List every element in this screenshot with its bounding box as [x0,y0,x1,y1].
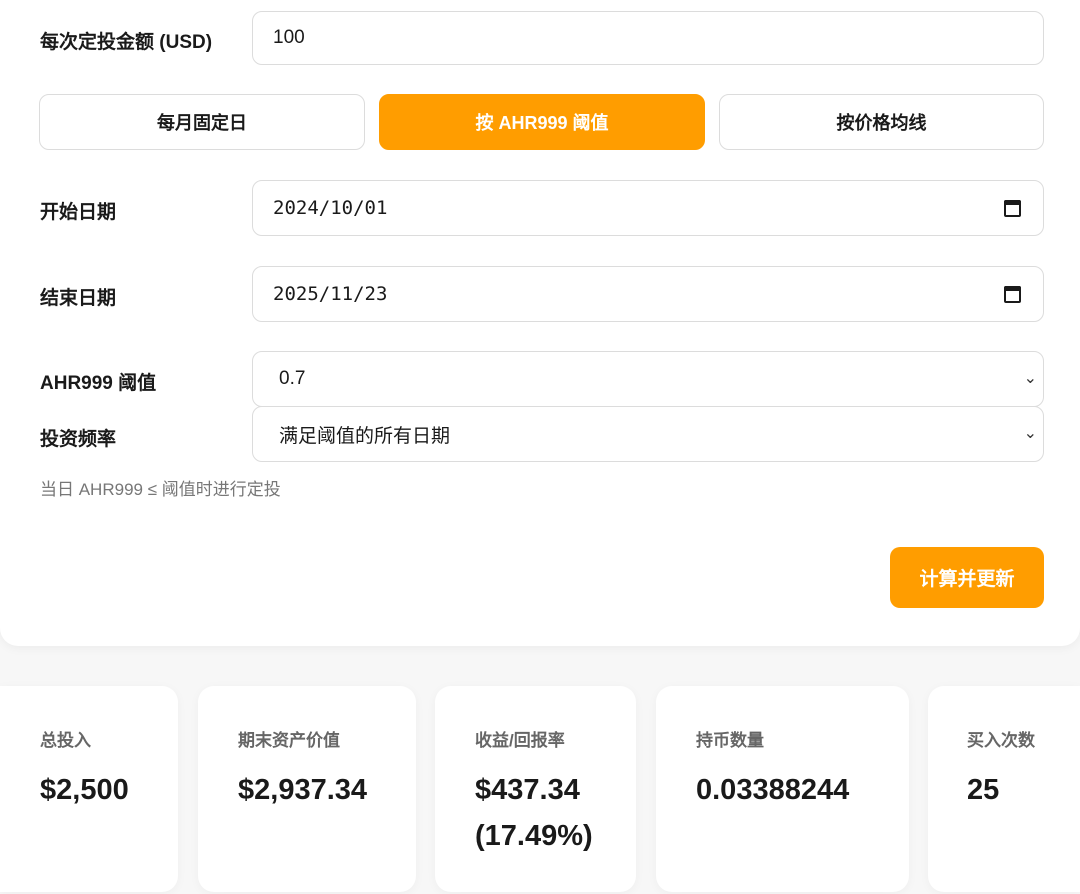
stat-value: $437.34 (17.49%) [475,774,593,852]
frequency-label: 投资频率 [40,429,117,450]
stat-title: 买入次数 [967,731,1035,750]
stat-card-holdings: 持币数量 0.03388244 [656,686,909,892]
start-date-label: 开始日期 [40,202,117,223]
stat-card-total-invested: 总投入 $2,500 [0,686,178,892]
mode-monthly-button[interactable]: 每月固定日 [39,94,365,150]
chevron-down-icon: ⌄ [1023,425,1037,442]
stat-card-buy-count: 买入次数 25 [928,686,1080,892]
stat-value: 25 [967,774,1000,806]
stat-card-return: 收益/回报率 $437.34 (17.49%) [435,686,636,892]
mode-monthly-label: 每月固定日 [157,113,247,133]
threshold-value: 0.7 [279,368,306,389]
amount-input[interactable]: 100 [252,11,1044,65]
stat-title: 期末资产价值 [238,731,340,750]
threshold-label: AHR999 阈值 [40,373,157,394]
mode-ma-button[interactable]: 按价格均线 [719,94,1044,150]
stat-value: $2,500 [40,774,129,806]
stat-title: 总投入 [40,731,91,750]
end-date-value: 2025/11/23 [273,283,388,305]
frequency-select[interactable]: 满足阈值的所有日期 ⌄ [252,406,1044,462]
mode-ma-label: 按价格均线 [836,113,927,133]
amount-label: 每次定投金额 (USD) [40,32,213,53]
stat-value: 0.03388244 [696,774,850,806]
stat-title: 收益/回报率 [475,731,565,750]
frequency-value: 满足阈值的所有日期 [279,425,451,447]
end-date-label: 结束日期 [40,288,117,309]
start-date-value: 2024/10/01 [273,197,388,219]
stat-card-final-value: 期末资产价值 $2,937.34 [198,686,416,892]
start-date-input[interactable]: 2024/10/01 [252,180,1044,236]
chevron-down-icon: ⌄ [1023,370,1037,387]
threshold-hint: 当日 AHR999 ≤ 阈值时进行定投 [40,480,281,499]
calendar-icon[interactable] [1004,286,1021,303]
stat-value: $2,937.34 [238,774,368,806]
mode-ahr999-label: 按 AHR999 阈值 [475,113,609,133]
calendar-icon[interactable] [1004,200,1021,217]
settings-panel: 每次定投金额 (USD) 100 每月固定日 按 AHR999 阈值 按价格均线… [0,0,1080,646]
threshold-select[interactable]: 0.7 ⌄ [252,351,1044,407]
mode-ahr999-button[interactable]: 按 AHR999 阈值 [379,94,705,150]
calculate-button-label: 计算并更新 [919,569,1015,590]
end-date-input[interactable]: 2025/11/23 [252,266,1044,322]
calculate-button[interactable]: 计算并更新 [890,547,1044,608]
amount-value: 100 [273,27,305,48]
stat-title: 持币数量 [696,731,764,750]
